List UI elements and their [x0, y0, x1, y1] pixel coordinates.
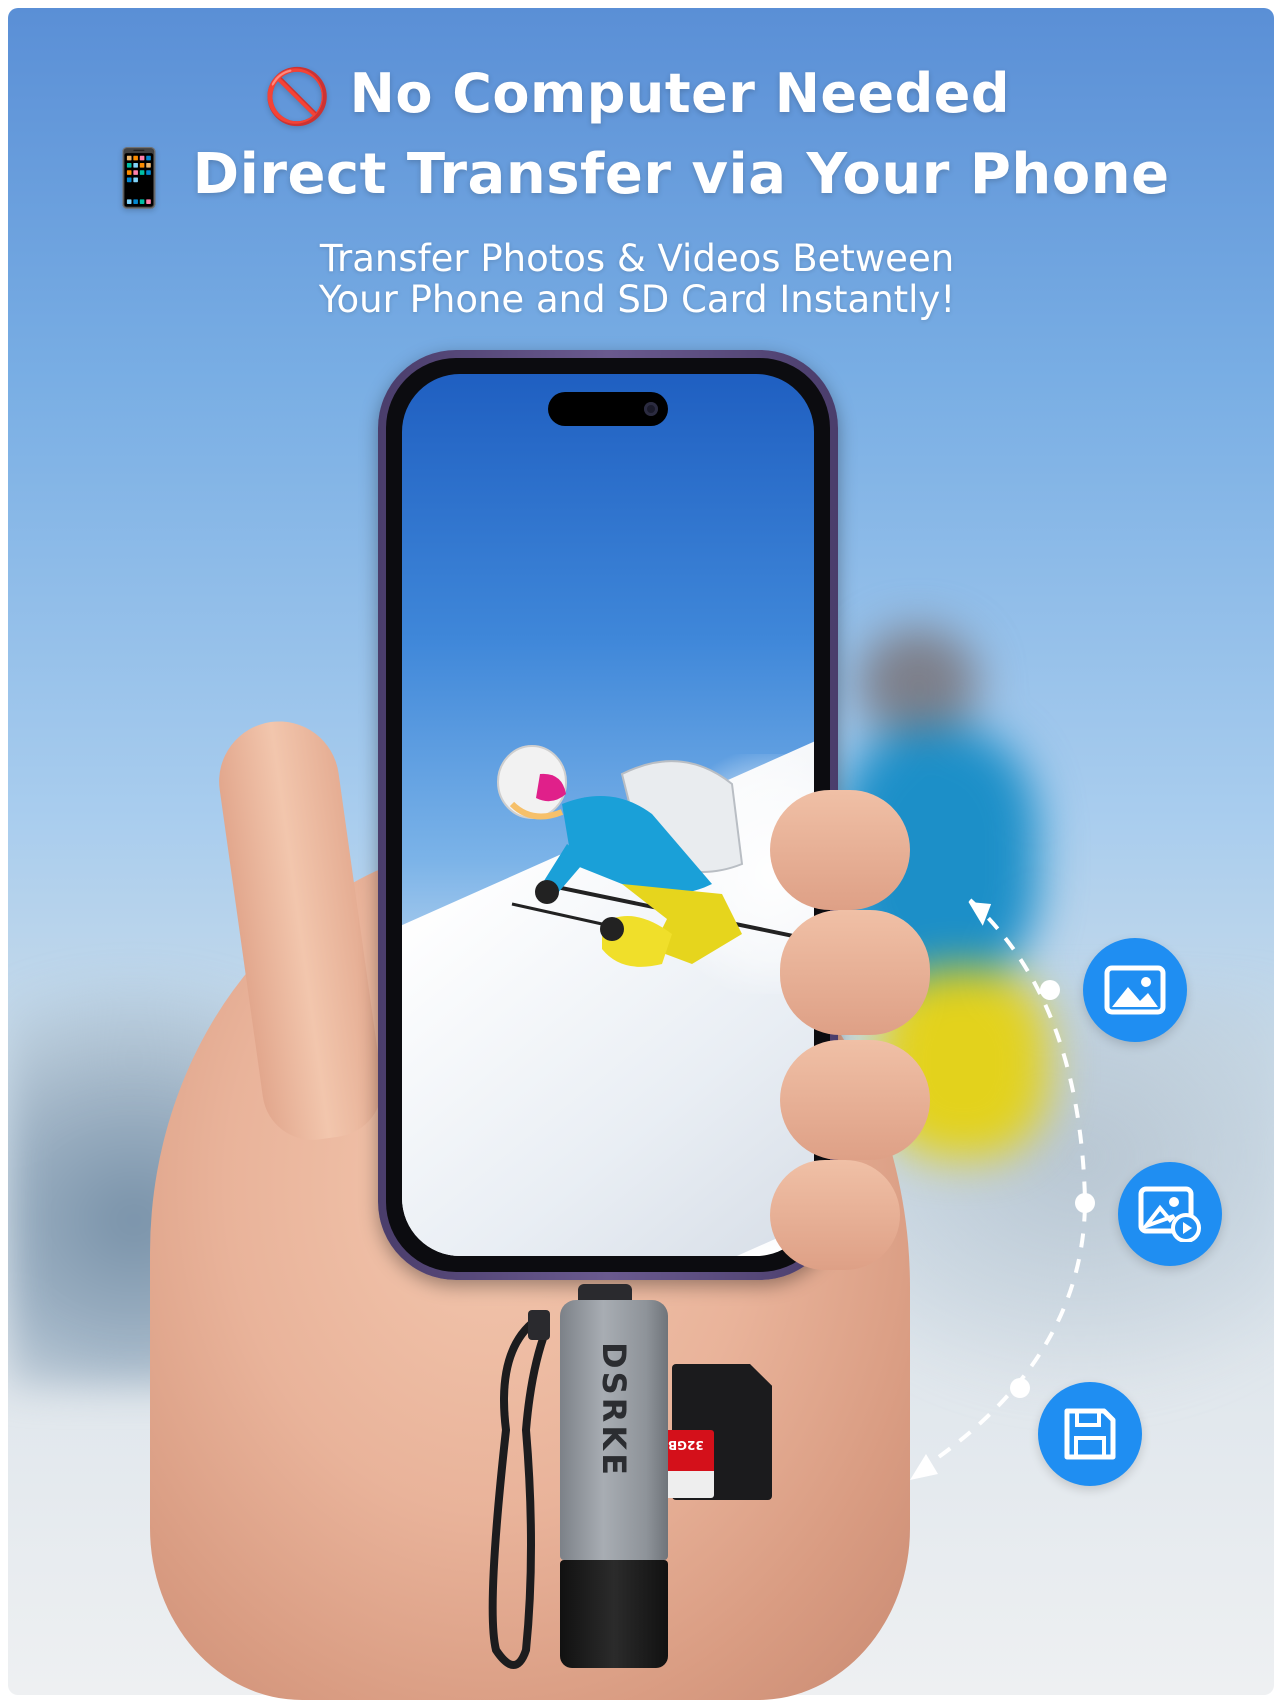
sd-card-reader: DSRKE	[560, 1300, 668, 1560]
photo-video-icon	[1118, 1162, 1222, 1266]
reader-cap	[560, 1560, 668, 1668]
skier-image	[497, 745, 814, 967]
phone-screen	[402, 374, 814, 1256]
smartphone	[378, 350, 838, 1280]
photo-icon	[1083, 938, 1187, 1042]
lanyard	[488, 1310, 550, 1669]
dynamic-island	[548, 392, 668, 426]
subheadline-line-2: Your Phone and SD Card Instantly!	[318, 278, 956, 321]
save-icon	[1038, 1382, 1142, 1486]
headline-direct-transfer: Direct Transfer via Your Phone	[192, 142, 1170, 207]
prohibited-icon: 🚫	[263, 65, 332, 129]
headline-no-computer: No Computer Needed	[349, 62, 1011, 125]
headline-line-2: 📱 Direct Transfer via Your Phone	[0, 142, 1274, 211]
phone-icon: 📱	[104, 145, 175, 211]
brand-logo: DSRKE	[595, 1342, 633, 1478]
microsd-card: 32GB	[664, 1430, 714, 1498]
microsd-capacity-label: 32GB	[668, 1438, 704, 1452]
headline-line-1: 🚫 No Computer Needed	[0, 62, 1274, 129]
subheadline-line-1: Transfer Photos & Videos Between	[319, 237, 955, 280]
